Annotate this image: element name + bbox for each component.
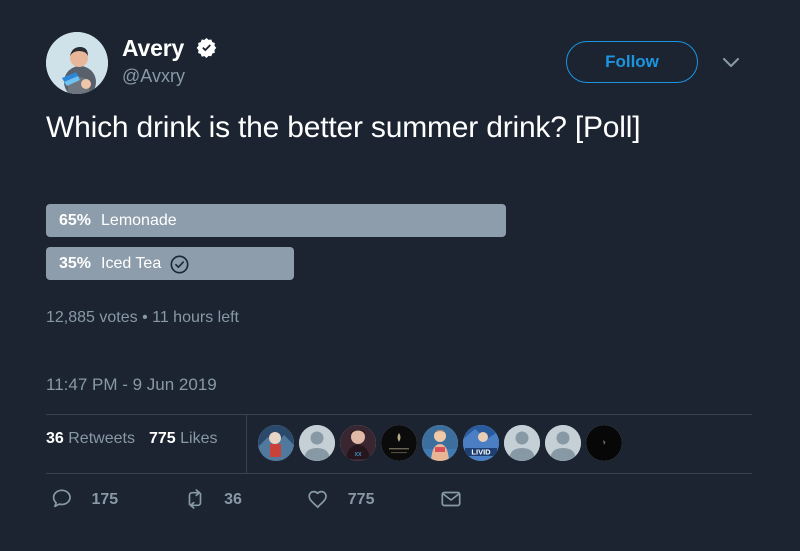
poll-option-label: 65% Lemonade (59, 204, 177, 237)
chevron-down-icon[interactable] (718, 52, 744, 74)
liker-avatar-stack: xx LIVID (258, 425, 627, 465)
liker-avatar-2[interactable] (299, 425, 335, 461)
poll-meta: 12,885 votes • 11 hours left (46, 309, 239, 326)
liker-avatar-6[interactable]: LIVID (463, 425, 499, 461)
liker-avatar-1[interactable] (258, 425, 294, 461)
poll-option-row[interactable]: 35% Iced Tea (46, 247, 646, 280)
likes-stat[interactable]: 775 Likes (149, 430, 218, 447)
like-count: 775 (347, 491, 375, 508)
check-circle-icon (170, 253, 189, 274)
reply-count: 175 (91, 491, 119, 508)
poll: 65% Lemonade 35% Iced Tea (46, 204, 646, 290)
likes-label: Likes (180, 430, 218, 447)
retweet-icon (183, 487, 207, 511)
verified-badge-icon (196, 37, 217, 58)
divider-top (46, 414, 752, 415)
tweet-header: Avery @Avxry Follow (46, 32, 754, 96)
follow-button[interactable]: Follow (566, 41, 698, 83)
liker-avatar-8[interactable] (545, 425, 581, 461)
likes-count: 775 (148, 430, 176, 447)
retweets-stat[interactable]: 36 Retweets (46, 430, 135, 447)
poll-option-percent: 35% (59, 255, 92, 272)
avatar[interactable] (46, 32, 108, 94)
reply-icon (50, 487, 74, 511)
svg-text:LIVID: LIVID (471, 448, 491, 457)
poll-option-name: Iced Tea (101, 255, 162, 272)
tweet-text: Which drink is the better summer drink? … (46, 111, 641, 144)
display-name: Avery (122, 35, 185, 61)
engagement-stats: 36 Retweets 775 Likes (46, 430, 231, 448)
account-handle: @Avxry (122, 66, 185, 86)
divider-bottom (46, 473, 752, 474)
like-action[interactable]: 775 (306, 487, 374, 511)
retweets-count: 36 (46, 430, 64, 447)
liker-avatar-3[interactable]: xx (340, 425, 376, 461)
liker-avatar-9[interactable] (586, 425, 622, 461)
poll-option-name: Lemonade (101, 212, 177, 229)
envelope-icon (439, 487, 463, 511)
heart-icon (306, 487, 330, 511)
tweet-card: Avery @Avxry Follow Which drink is the b… (0, 0, 800, 551)
liker-avatar-4[interactable] (381, 425, 417, 461)
liker-avatar-7[interactable] (504, 425, 540, 461)
svg-text:xx: xx (355, 451, 363, 458)
account-name-block: Avery @Avxry (122, 34, 217, 87)
poll-option-percent: 65% (59, 212, 92, 229)
retweet-action[interactable]: 36 (183, 487, 242, 511)
reply-action[interactable]: 175 (50, 487, 118, 511)
tweet-actions: 175 36 775 (50, 487, 540, 517)
retweets-label: Retweets (68, 430, 135, 447)
share-action[interactable] (439, 487, 480, 511)
liker-avatar-5[interactable] (422, 425, 458, 461)
retweet-count: 36 (224, 491, 242, 508)
poll-option-row[interactable]: 65% Lemonade (46, 204, 646, 237)
user-avatar-image (46, 32, 108, 94)
divider-vertical (246, 415, 247, 473)
poll-option-label: 35% Iced Tea (59, 247, 189, 280)
tweet-timestamp: 11:47 PM - 9 Jun 2019 (46, 375, 217, 394)
